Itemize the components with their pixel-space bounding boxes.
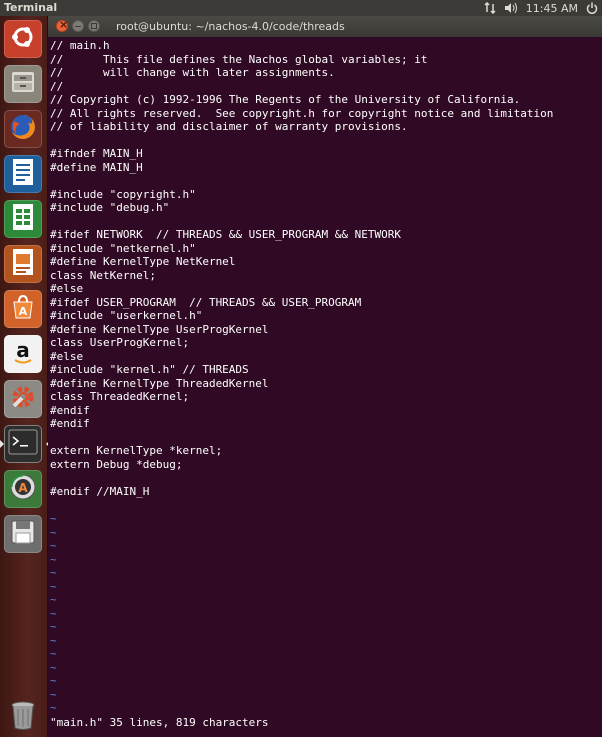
impress-icon xyxy=(10,247,36,281)
code-line: #define KernelType UserProgKernel xyxy=(50,322,269,336)
running-indicator xyxy=(0,440,4,448)
launcher-calc[interactable] xyxy=(4,200,42,238)
code-line: #include "kernel.h" // THREADS xyxy=(50,363,249,376)
launcher-firefox[interactable] xyxy=(4,110,42,148)
code-line: #include "debug.h" xyxy=(50,201,170,214)
empty-line-tilde: ~ xyxy=(50,660,57,674)
writer-icon xyxy=(10,157,36,191)
empty-line-tilde: ~ xyxy=(50,525,57,539)
empty-line-tilde: ~ xyxy=(50,593,57,606)
svg-text:a: a xyxy=(16,338,30,362)
empty-line-tilde: ~ xyxy=(50,566,57,579)
code-line: // xyxy=(50,79,64,93)
code-line: #endif xyxy=(50,403,90,417)
empty-line-tilde: ~ xyxy=(50,606,57,620)
clock[interactable]: 11:45 AM xyxy=(526,2,578,15)
code-line: #else xyxy=(50,349,84,363)
software-updater-icon: A xyxy=(8,472,38,506)
launcher: A a A xyxy=(0,16,50,737)
active-app-title: Terminal xyxy=(4,1,58,14)
empty-line-markers: ~ ~ ~ ~ ~ ~ ~ ~ ~ ~ ~ ~ ~ ~ ~ xyxy=(50,512,57,715)
terminal-area[interactable]: // main.h// This file defines the Nachos… xyxy=(48,37,602,737)
launcher-writer[interactable] xyxy=(4,155,42,193)
empty-line-tilde: ~ xyxy=(50,620,57,633)
files-icon xyxy=(9,68,37,100)
code-line: #define MAIN_H xyxy=(50,160,143,174)
code-line: #endif xyxy=(50,417,90,430)
code-line: class ThreadedKernel; xyxy=(50,390,190,403)
save-disk-icon xyxy=(9,518,37,550)
vim-status-line: "main.h" 35 lines, 819 characters xyxy=(50,716,269,729)
empty-line-tilde: ~ xyxy=(50,633,57,647)
empty-line-tilde: ~ xyxy=(50,674,57,687)
empty-line-tilde: ~ xyxy=(50,701,57,714)
volume-icon[interactable] xyxy=(504,2,518,14)
editor-buffer[interactable]: // main.h// This file defines the Nachos… xyxy=(50,39,553,498)
launcher-software-updater[interactable]: A xyxy=(4,470,42,508)
empty-line-tilde: ~ xyxy=(50,579,57,593)
svg-text:A: A xyxy=(19,305,28,318)
code-line: #ifdef NETWORK // THREADS && USER_PROGRA… xyxy=(50,228,401,241)
empty-line-tilde: ~ xyxy=(50,552,57,566)
network-icon[interactable] xyxy=(484,2,496,14)
window-title: root@ubuntu: ~/nachos-4.0/code/threads xyxy=(116,20,345,33)
launcher-trash[interactable] xyxy=(4,698,42,736)
code-line: #define KernelType NetKernel xyxy=(50,255,236,268)
code-line: // Copyright (c) 1992-1996 The Regents o… xyxy=(50,93,521,106)
svg-text:A: A xyxy=(18,481,28,495)
window-titlebar[interactable]: root@ubuntu: ~/nachos-4.0/code/threads xyxy=(48,16,602,37)
system-settings-icon xyxy=(8,382,38,416)
empty-line-tilde: ~ xyxy=(50,647,57,660)
code-line: #include "copyright.h" xyxy=(50,187,196,201)
launcher-system-settings[interactable] xyxy=(4,380,42,418)
code-line: // will change with later assignments. xyxy=(50,66,335,79)
terminal-icon xyxy=(8,429,38,459)
code-line: // of liability and disclaimer of warran… xyxy=(50,120,408,133)
ubuntu-dash-icon xyxy=(9,23,37,55)
code-line: // main.h xyxy=(50,39,110,52)
empty-line-tilde: ~ xyxy=(50,687,57,701)
code-line: #else xyxy=(50,282,84,295)
launcher-files[interactable] xyxy=(4,65,42,103)
launcher-software-center[interactable]: A xyxy=(4,290,42,328)
maximize-window-button[interactable] xyxy=(88,20,100,32)
launcher-impress[interactable] xyxy=(4,245,42,283)
minimize-window-button[interactable] xyxy=(72,20,84,32)
trash-icon xyxy=(8,699,38,735)
code-line: // All rights reserved. See copyright.h … xyxy=(50,106,554,120)
code-line: extern KernelType *kernel; xyxy=(50,444,223,457)
amazon-icon: a xyxy=(9,338,37,370)
code-line: #ifdef USER_PROGRAM // THREADS && USER_P… xyxy=(50,295,362,309)
code-line: extern Debug *debug; xyxy=(50,457,183,471)
launcher-amazon[interactable]: a xyxy=(4,335,42,373)
calc-icon xyxy=(10,202,36,236)
code-line: #ifndef MAIN_H xyxy=(50,147,143,160)
empty-line-tilde: ~ xyxy=(50,539,57,552)
empty-line-tilde: ~ xyxy=(50,512,57,525)
system-tray: 11:45 AM xyxy=(484,0,598,16)
launcher-save-disk[interactable] xyxy=(4,515,42,553)
launcher-ubuntu-dash[interactable] xyxy=(4,20,42,58)
code-line: #define KernelType ThreadedKernel xyxy=(50,376,269,390)
power-icon[interactable] xyxy=(586,2,598,14)
code-line: #include "netkernel.h" xyxy=(50,241,196,255)
code-line: // This file defines the Nachos global v… xyxy=(50,52,428,66)
code-line: #endif //MAIN_H xyxy=(50,484,150,498)
code-line: #include "userkernel.h" xyxy=(50,309,203,322)
code-line: class UserProgKernel; xyxy=(50,336,190,349)
close-window-button[interactable] xyxy=(56,18,68,32)
firefox-icon xyxy=(8,112,38,146)
code-line: class NetKernel; xyxy=(50,268,156,282)
launcher-terminal[interactable] xyxy=(0,425,50,463)
top-panel: Terminal 11:45 AM xyxy=(0,0,602,16)
software-center-icon: A xyxy=(9,293,37,325)
